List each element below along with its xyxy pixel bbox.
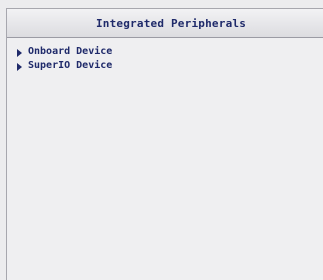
menu-item-label: Onboard Device — [28, 46, 113, 57]
submenu-arrow-icon — [17, 48, 22, 57]
bios-panel: Integrated Peripherals Onboard Device Su… — [6, 8, 323, 280]
menu-item-label: SuperIO Device — [28, 60, 113, 71]
page-title: Integrated Peripherals — [95, 16, 247, 30]
title-bar: Integrated Peripherals — [7, 9, 323, 38]
bios-screen: Integrated Peripherals Onboard Device Su… — [0, 0, 323, 280]
menu-item-onboard-device[interactable]: Onboard Device — [17, 45, 112, 59]
submenu-arrow-icon — [17, 62, 22, 71]
menu-list: Onboard Device SuperIO Device — [17, 45, 112, 73]
menu-item-superio-device[interactable]: SuperIO Device — [17, 59, 112, 73]
